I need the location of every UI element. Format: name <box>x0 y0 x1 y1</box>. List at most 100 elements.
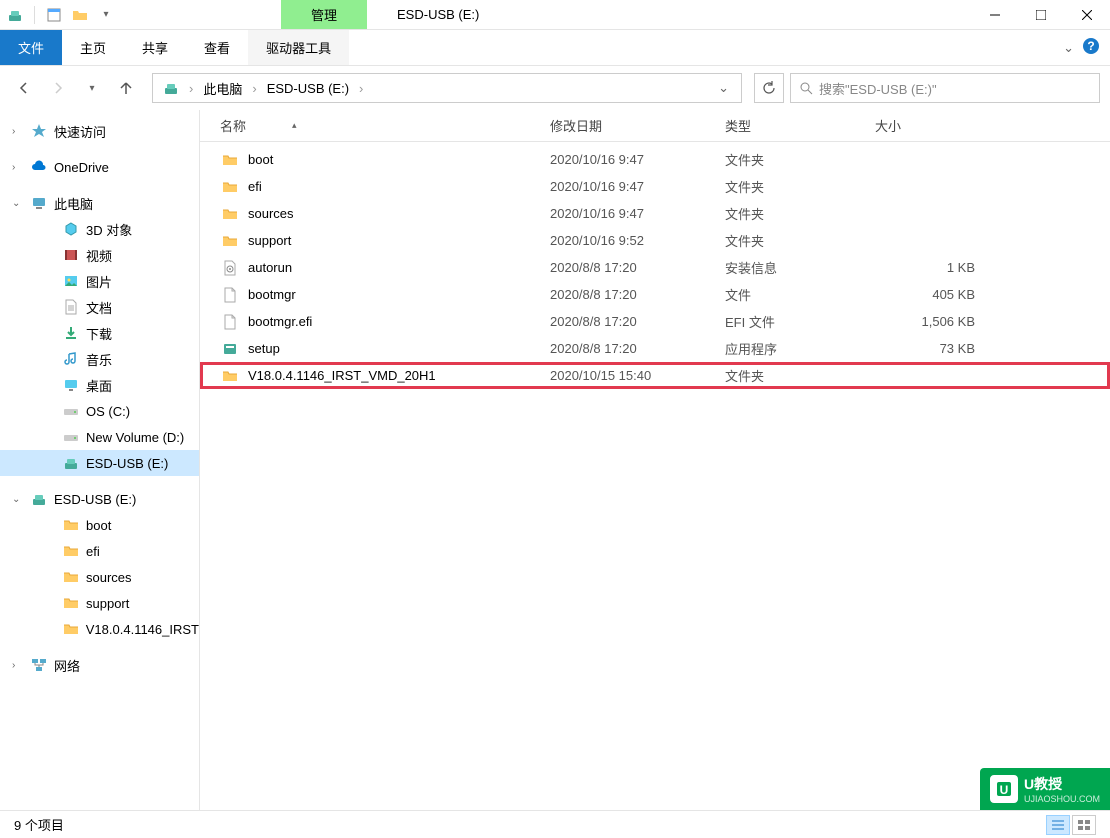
ribbon: 文件 主页 共享 查看 驱动器工具 ⌄ ? <box>0 30 1110 66</box>
file-row[interactable]: efi 2020/10/16 9:47 文件夹 <box>200 173 1110 200</box>
doc-icon <box>62 298 80 316</box>
address-dropdown[interactable]: ⌄ <box>710 80 737 96</box>
tab-home[interactable]: 主页 <box>62 30 124 65</box>
chevron-right-icon[interactable]: › <box>187 81 195 96</box>
file-row[interactable]: bootmgr.efi 2020/8/8 17:20 EFI 文件 1,506 … <box>200 308 1110 335</box>
sidebar-quick-access[interactable]: › 快速访问 <box>0 118 199 144</box>
column-type[interactable]: 类型 <box>725 116 875 135</box>
pc-icon <box>30 194 48 212</box>
column-name[interactable]: 名称 <box>220 116 550 135</box>
breadcrumb[interactable]: › 此电脑 › ESD-USB (E:) › ⌄ <box>152 73 742 103</box>
expand-icon[interactable]: › <box>12 126 24 137</box>
icons-view-button[interactable] <box>1072 815 1096 835</box>
file-date: 2020/10/15 15:40 <box>550 368 725 383</box>
up-button[interactable] <box>112 74 140 102</box>
sidebar-item[interactable]: V18.0.4.1146_IRST <box>0 616 199 642</box>
download-icon <box>62 324 80 342</box>
new-folder-icon[interactable] <box>71 6 89 24</box>
details-view-button[interactable] <box>1046 815 1070 835</box>
folder-icon <box>220 177 240 197</box>
ribbon-expand-icon[interactable]: ⌄ <box>1063 40 1074 56</box>
recent-dropdown[interactable]: ▾ <box>78 74 106 102</box>
desktop-icon <box>62 376 80 394</box>
sidebar-item[interactable]: 文档 <box>0 294 199 320</box>
file-row[interactable]: support 2020/10/16 9:52 文件夹 <box>200 227 1110 254</box>
file-row[interactable]: bootmgr 2020/8/8 17:20 文件 405 KB <box>200 281 1110 308</box>
sidebar-onedrive[interactable]: › OneDrive <box>0 154 199 180</box>
file-row[interactable]: sources 2020/10/16 9:47 文件夹 <box>200 200 1110 227</box>
file-row[interactable]: setup 2020/8/8 17:20 应用程序 73 KB <box>200 335 1110 362</box>
file-size: 405 KB <box>875 287 975 302</box>
sidebar-network[interactable]: › 网络 <box>0 652 199 678</box>
sidebar-item[interactable]: boot <box>0 512 199 538</box>
file-date: 2020/8/8 17:20 <box>550 314 725 329</box>
tab-share[interactable]: 共享 <box>124 30 186 65</box>
column-date[interactable]: 修改日期 <box>550 116 725 135</box>
folder-icon <box>62 594 80 612</box>
sidebar-item[interactable]: New Volume (D:) <box>0 424 199 450</box>
sidebar-item[interactable]: 3D 对象 <box>0 216 199 242</box>
minimize-button[interactable] <box>972 0 1018 30</box>
tab-view[interactable]: 查看 <box>186 30 248 65</box>
folder-icon <box>62 542 80 560</box>
file-row[interactable]: V18.0.4.1146_IRST_VMD_20H1 2020/10/15 15… <box>200 362 1110 389</box>
search-input[interactable]: 搜索"ESD-USB (E:)" <box>790 73 1100 103</box>
sidebar-item[interactable]: 图片 <box>0 268 199 294</box>
sidebar-item[interactable]: ESD-USB (E:) <box>0 450 199 476</box>
folder-icon <box>62 568 80 586</box>
breadcrumb-drive[interactable]: ESD-USB (E:) <box>261 74 355 102</box>
tab-file[interactable]: 文件 <box>0 30 62 65</box>
sidebar-item[interactable]: 视频 <box>0 242 199 268</box>
sidebar-item[interactable]: efi <box>0 538 199 564</box>
sidebar-item[interactable]: support <box>0 590 199 616</box>
file-name: setup <box>248 341 550 356</box>
cloud-icon <box>30 158 48 176</box>
folder-icon <box>220 231 240 251</box>
file-date: 2020/10/16 9:47 <box>550 152 725 167</box>
file-date: 2020/10/16 9:47 <box>550 179 725 194</box>
sidebar-item[interactable]: 音乐 <box>0 346 199 372</box>
sidebar-item[interactable]: OS (C:) <box>0 398 199 424</box>
collapse-icon[interactable]: ⌄ <box>12 198 24 209</box>
refresh-button[interactable] <box>754 73 784 103</box>
exe-icon <box>220 339 240 359</box>
sidebar-item[interactable]: 下载 <box>0 320 199 346</box>
breadcrumb-root-icon[interactable] <box>157 74 185 102</box>
expand-icon[interactable]: › <box>12 660 24 671</box>
sidebar-label: 桌面 <box>86 376 112 395</box>
qat-dropdown-icon[interactable]: ▾ <box>97 6 115 24</box>
sidebar-label: boot <box>86 518 111 533</box>
forward-button[interactable] <box>44 74 72 102</box>
help-icon[interactable]: ? <box>1082 37 1100 58</box>
sidebar-label: V18.0.4.1146_IRST <box>86 622 199 637</box>
view-switcher <box>1046 815 1096 835</box>
close-button[interactable] <box>1064 0 1110 30</box>
expand-icon[interactable]: › <box>12 162 24 173</box>
chevron-right-icon[interactable]: › <box>357 81 365 96</box>
file-row[interactable]: autorun 2020/8/8 17:20 安装信息 1 KB <box>200 254 1110 281</box>
column-headers: 名称 修改日期 类型 大小 <box>200 110 1110 142</box>
video-icon <box>62 246 80 264</box>
title-context-tabs: 管理 <box>281 0 367 29</box>
sidebar-this-pc[interactable]: ⌄ 此电脑 <box>0 190 199 216</box>
file-name: support <box>248 233 550 248</box>
file-row[interactable]: boot 2020/10/16 9:47 文件夹 <box>200 146 1110 173</box>
usb-icon <box>62 454 80 472</box>
sidebar-item[interactable]: 桌面 <box>0 372 199 398</box>
chevron-right-icon[interactable]: › <box>250 81 258 96</box>
properties-icon[interactable] <box>45 6 63 24</box>
breadcrumb-this-pc[interactable]: 此电脑 <box>197 74 248 102</box>
file-type: 文件夹 <box>725 231 875 250</box>
file-type: 安装信息 <box>725 258 875 277</box>
file-date: 2020/10/16 9:52 <box>550 233 725 248</box>
column-size[interactable]: 大小 <box>875 116 975 135</box>
tab-drive-tools[interactable]: 驱动器工具 <box>248 30 349 65</box>
watermark-title: U教授 <box>1024 776 1062 792</box>
sidebar-label: 下载 <box>86 324 112 343</box>
navigation-pane[interactable]: › 快速访问 › OneDrive ⌄ 此电脑 3D 对象 视频 <box>0 110 200 810</box>
maximize-button[interactable] <box>1018 0 1064 30</box>
back-button[interactable] <box>10 74 38 102</box>
sidebar-item[interactable]: sources <box>0 564 199 590</box>
collapse-icon[interactable]: ⌄ <box>12 494 24 505</box>
sidebar-usb-drive[interactable]: ⌄ ESD-USB (E:) <box>0 486 199 512</box>
